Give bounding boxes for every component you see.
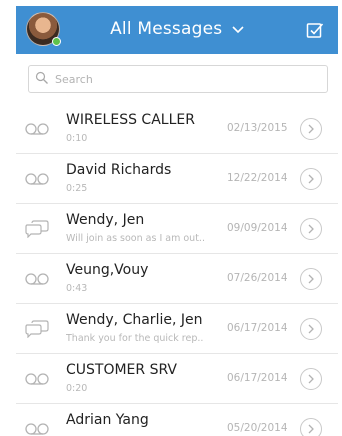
chevron-right-icon[interactable] (300, 418, 322, 436)
page-title: All Messages (110, 19, 223, 39)
chat-bubble-icon (24, 220, 50, 239)
conversation-row[interactable]: WIRELESS CALLER 0:10 02/13/2015 (16, 104, 338, 154)
chevron-right-icon[interactable] (300, 118, 322, 140)
chevron-down-icon (232, 19, 244, 39)
compose-icon[interactable] (306, 21, 324, 39)
app-header: All Messages (16, 6, 338, 54)
message-date: 07/26/2014 (227, 272, 288, 284)
message-date: 02/13/2015 (227, 122, 288, 134)
contact-name: Veung,Vouy (66, 262, 149, 278)
contact-name: CUSTOMER SRV (66, 362, 178, 378)
message-preview: 0:10 (66, 133, 88, 144)
chevron-right-icon[interactable] (300, 368, 322, 390)
message-preview: Will join as soon as I am out.. (66, 233, 205, 244)
search-input[interactable] (55, 72, 305, 86)
message-preview: 0:25 (66, 183, 88, 194)
contact-name: David Richards (66, 162, 172, 178)
message-date: 06/17/2014 (227, 372, 288, 384)
conversation-row[interactable]: Veung,Vouy 0:43 07/26/2014 (16, 254, 338, 304)
chevron-right-icon[interactable] (300, 168, 322, 190)
conversation-row[interactable]: Adrian Yang 05/20/2014 (16, 404, 338, 436)
message-list: WIRELESS CALLER 0:10 02/13/2015 David Richa… (16, 104, 338, 436)
contact-name: Adrian Yang (66, 412, 149, 428)
message-date: 05/20/2014 (227, 422, 288, 434)
message-preview: Thank you for the quick rep.. (66, 333, 204, 344)
message-date: 12/22/2014 (227, 172, 288, 184)
chevron-right-icon[interactable] (300, 268, 322, 290)
conversation-row[interactable]: CUSTOMER SRV 0:20 06/17/2014 (16, 354, 338, 404)
conversation-row[interactable]: Wendy, Charlie, Jen Thank you for the qui… (16, 304, 338, 354)
message-preview: 0:20 (66, 383, 88, 394)
chat-bubble-icon (24, 320, 50, 339)
message-preview: 0:43 (66, 283, 88, 294)
message-date: 06/17/2014 (227, 322, 288, 334)
chevron-right-icon[interactable] (300, 318, 322, 340)
message-filter-dropdown[interactable]: All Messages (16, 19, 338, 39)
voicemail-icon (24, 270, 50, 288)
search-bar (16, 54, 338, 104)
contact-name: Wendy, Jen (66, 212, 145, 228)
conversation-row[interactable]: David Richards 0:25 12/22/2014 (16, 154, 338, 204)
contact-name: Wendy, Charlie, Jen (66, 312, 203, 328)
voicemail-icon (24, 370, 50, 388)
search-box[interactable] (28, 65, 328, 93)
conversation-row[interactable]: Wendy, Jen Will join as soon as I am out.… (16, 204, 338, 254)
contact-name: WIRELESS CALLER (66, 112, 195, 128)
voicemail-icon (24, 170, 50, 188)
voicemail-icon (24, 120, 50, 138)
search-icon (35, 70, 55, 89)
message-date: 09/09/2014 (227, 222, 288, 234)
chevron-right-icon[interactable] (300, 218, 322, 240)
voicemail-icon (24, 420, 50, 436)
